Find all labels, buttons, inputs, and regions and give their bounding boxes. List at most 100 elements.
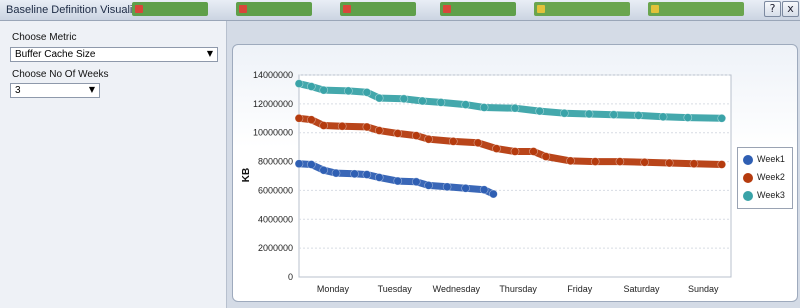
data-point xyxy=(411,131,421,140)
x-tick-label: Friday xyxy=(567,284,593,294)
data-point xyxy=(424,134,433,144)
weeks-dropdown[interactable]: 3 ▼ xyxy=(10,83,100,98)
data-point xyxy=(560,108,569,118)
close-button[interactable]: x xyxy=(782,1,799,17)
data-point xyxy=(541,152,551,161)
x-tick-label: Monday xyxy=(317,284,350,294)
x-tick-label: Saturday xyxy=(623,284,660,294)
data-point xyxy=(331,168,341,178)
data-point xyxy=(294,113,304,123)
data-point xyxy=(307,82,316,91)
data-point xyxy=(448,137,458,146)
data-point xyxy=(489,189,498,199)
metric-label: Choose Metric xyxy=(12,32,77,43)
weeks-label: Choose No Of Weeks xyxy=(12,69,109,80)
data-point xyxy=(717,113,727,123)
data-point xyxy=(664,158,674,168)
data-point xyxy=(307,115,316,125)
data-point xyxy=(658,112,668,122)
metric-dropdown[interactable]: Buffer Cache Size ▼ xyxy=(10,47,218,62)
data-point xyxy=(479,185,489,195)
background-tab-3 xyxy=(340,2,416,16)
data-point xyxy=(374,173,384,182)
y-tick-label: 12000000 xyxy=(253,99,293,109)
data-point xyxy=(362,122,372,132)
background-tab-6 xyxy=(648,2,744,16)
data-point xyxy=(418,96,427,106)
data-point xyxy=(436,98,446,107)
data-point xyxy=(473,138,483,148)
y-tick-label: 10000000 xyxy=(253,128,293,138)
data-point xyxy=(319,121,328,130)
metric-dropdown-value: Buffer Cache Size xyxy=(15,49,96,60)
legend-marker xyxy=(743,173,753,183)
data-point xyxy=(350,169,359,179)
data-point xyxy=(442,182,452,192)
help-button[interactable]: ? xyxy=(764,1,781,17)
y-tick-label: 0 xyxy=(288,272,293,282)
data-point xyxy=(411,177,421,187)
data-point xyxy=(634,111,643,120)
chevron-down-icon: ▼ xyxy=(88,85,95,94)
background-tab-4 xyxy=(440,2,516,16)
x-tick-label: Sunday xyxy=(688,284,719,294)
data-point xyxy=(717,160,727,169)
data-point xyxy=(566,156,575,166)
data-point xyxy=(689,159,699,169)
background-tab-5 xyxy=(534,2,630,16)
background-tab-1 xyxy=(132,2,208,16)
data-point xyxy=(374,93,384,103)
data-point xyxy=(319,85,328,95)
background-tab-2 xyxy=(236,2,312,16)
y-tick-label: 2000000 xyxy=(258,243,293,253)
options-panel: Choose Metric Buffer Cache Size ▼ Choose… xyxy=(0,21,227,308)
x-tick-label: Tuesday xyxy=(378,284,413,294)
data-point xyxy=(492,144,501,153)
x-tick-label: Wednesday xyxy=(433,284,481,294)
data-point xyxy=(424,181,433,190)
data-point xyxy=(479,103,489,112)
data-point xyxy=(615,157,625,166)
legend-marker xyxy=(743,155,753,165)
data-point xyxy=(337,121,347,131)
legend-label: Week2 xyxy=(757,172,785,182)
y-tick-label: 4000000 xyxy=(258,214,293,224)
data-point xyxy=(640,157,649,167)
data-point xyxy=(399,94,409,104)
data-point xyxy=(294,79,304,88)
data-point xyxy=(461,183,470,193)
data-point xyxy=(393,129,403,138)
data-point xyxy=(584,109,594,119)
legend-label: Week1 xyxy=(757,154,785,164)
chart: 0 2000000 4000000 6000000 8000000 10000000 120… xyxy=(241,70,732,294)
legend-label: Week3 xyxy=(757,190,785,200)
x-tick-label: Thursday xyxy=(499,284,537,294)
window-title: Baseline Definition Visualizer xyxy=(6,4,148,16)
data-point xyxy=(590,157,600,166)
y-axis-label: KB xyxy=(241,168,252,182)
data-point xyxy=(362,88,372,97)
data-point xyxy=(294,159,304,169)
chart-panel: 0 2000000 4000000 6000000 8000000 10000000 120… xyxy=(232,44,798,302)
legend-marker xyxy=(743,191,753,201)
data-point xyxy=(510,147,520,156)
data-point xyxy=(393,176,403,186)
data-point xyxy=(529,147,538,156)
chevron-down-icon: ▼ xyxy=(206,49,213,58)
data-point xyxy=(461,100,470,109)
data-point xyxy=(535,106,544,116)
data-point xyxy=(362,170,372,179)
data-point xyxy=(307,160,316,169)
data-point xyxy=(510,103,520,113)
data-point xyxy=(344,86,353,96)
y-tick-label: 14000000 xyxy=(253,70,293,80)
data-point xyxy=(374,126,384,135)
y-tick-label: 6000000 xyxy=(258,185,293,195)
data-point xyxy=(683,113,693,122)
title-bar: Baseline Definition Visualizer ? x xyxy=(0,0,800,21)
data-point xyxy=(609,110,619,119)
chart-legend: Week1 Week2 Week3 xyxy=(737,147,793,209)
weeks-dropdown-value: 3 xyxy=(15,85,21,96)
data-point xyxy=(319,165,328,175)
y-tick-label: 8000000 xyxy=(258,157,293,167)
